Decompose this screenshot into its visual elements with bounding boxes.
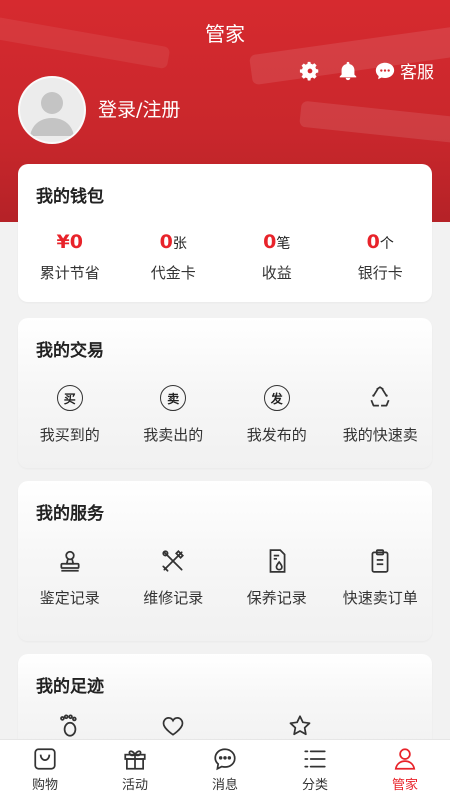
wallet-card: 我的钱包 ¥0 累计节省 0张 代金卡 0笔 收益 0个 银行卡 <box>18 164 432 302</box>
wallet-value: ¥0 <box>56 231 83 253</box>
publish-icon: 发 <box>263 384 291 412</box>
service-title: 我的服务 <box>36 504 104 524</box>
trade-item-quick-sell[interactable]: 我的快速卖 <box>329 384 433 445</box>
notification-bell-icon[interactable] <box>336 59 360 83</box>
person-icon <box>391 746 419 772</box>
star-icon <box>286 712 314 740</box>
wallet-label: 代金卡 <box>150 264 196 282</box>
wallet-title: 我的钱包 <box>36 187 104 207</box>
sell-icon: 卖 <box>159 384 187 412</box>
clipboard-icon <box>366 547 394 575</box>
trade-item-label: 我发布的 <box>246 426 307 444</box>
settings-gear-icon[interactable] <box>298 59 322 83</box>
default-avatar-icon <box>30 92 74 136</box>
gift-icon <box>121 746 149 772</box>
wallet-value: 0 <box>263 231 277 253</box>
tab-shopping[interactable]: 购物 <box>0 740 90 801</box>
wallet-label: 银行卡 <box>357 264 403 282</box>
page-title: 管家 <box>205 22 245 46</box>
tab-label: 活动 <box>121 778 148 793</box>
buy-icon: 买 <box>56 384 84 412</box>
wallet-label: 累计节省 <box>39 264 100 282</box>
tab-category[interactable]: 分类 <box>270 740 360 801</box>
collection-item[interactable] <box>249 712 353 740</box>
service-item-label: 维修记录 <box>143 589 204 607</box>
buy-icon-char: 买 <box>56 385 83 411</box>
wallet-item-savings[interactable]: ¥0 累计节省 <box>18 230 122 283</box>
trade-item-label: 我买到的 <box>39 426 100 444</box>
trade-item-published[interactable]: 发 我发布的 <box>225 384 329 445</box>
service-item-label: 快速卖订单 <box>342 589 418 607</box>
customer-service-button[interactable]: 客服 <box>374 58 434 83</box>
publish-icon-char: 发 <box>263 385 290 411</box>
wallet-item-vouchers[interactable]: 0张 代金卡 <box>122 230 226 283</box>
tools-icon <box>159 547 187 575</box>
tab-label: 分类 <box>301 778 328 793</box>
trade-card: 我的交易 买 我买到的 卖 我卖出的 发 我发布的 我的快速卖 <box>18 318 432 468</box>
bottom-tab-bar: 购物 活动 消息 分类 管家 <box>0 739 450 801</box>
heart-icon <box>159 712 187 740</box>
bag-icon <box>31 746 59 772</box>
service-item-label: 保养记录 <box>246 589 307 607</box>
stamp-icon <box>56 547 84 575</box>
wallet-unit: 笔 <box>276 236 291 252</box>
wallet-unit: 张 <box>172 236 187 252</box>
avatar[interactable] <box>18 76 86 144</box>
customer-service-label: 客服 <box>400 63 434 83</box>
maintenance-doc-icon <box>263 547 291 575</box>
wallet-item-earnings[interactable]: 0笔 收益 <box>225 230 329 283</box>
trade-item-label: 我卖出的 <box>143 426 204 444</box>
service-item-label: 鉴定记录 <box>39 589 100 607</box>
service-card: 我的服务 鉴定记录 维修记录 保养记录 快速卖订单 <box>18 481 432 641</box>
chat-bubble-icon <box>375 62 395 79</box>
footprint-title: 我的足迹 <box>36 677 104 697</box>
wallet-value: 0 <box>366 231 380 253</box>
roof-decoration <box>299 100 450 146</box>
service-item-repair[interactable]: 维修记录 <box>122 547 226 608</box>
favorites-item[interactable] <box>122 712 226 740</box>
tab-label: 购物 <box>31 778 58 793</box>
tab-butler[interactable]: 管家 <box>360 740 450 801</box>
tab-messages[interactable]: 消息 <box>180 740 270 801</box>
wallet-label: 收益 <box>261 264 292 282</box>
trade-item-label: 我的快速卖 <box>342 426 418 444</box>
tab-label: 消息 <box>211 778 238 793</box>
sell-icon-char: 卖 <box>160 385 187 411</box>
service-item-appraisal[interactable]: 鉴定记录 <box>18 547 122 608</box>
tab-label: 管家 <box>391 778 418 793</box>
trade-title: 我的交易 <box>36 341 104 361</box>
trade-item-sold[interactable]: 卖 我卖出的 <box>122 384 226 445</box>
wallet-item-bank-cards[interactable]: 0个 银行卡 <box>329 230 433 283</box>
trade-item-bought[interactable]: 买 我买到的 <box>18 384 122 445</box>
wallet-unit: 个 <box>379 236 394 252</box>
wallet-value: 0 <box>159 231 173 253</box>
recycle-icon <box>366 384 394 412</box>
tab-activity[interactable]: 活动 <box>90 740 180 801</box>
service-item-maintenance[interactable]: 保养记录 <box>225 547 329 608</box>
service-item-quick-sell-orders[interactable]: 快速卖订单 <box>329 547 433 608</box>
chat-icon <box>211 746 239 772</box>
list-icon <box>301 746 329 772</box>
login-register-link[interactable]: 登录/注册 <box>98 95 180 122</box>
footprint-icon <box>56 712 84 740</box>
footprint-item[interactable] <box>18 712 122 740</box>
